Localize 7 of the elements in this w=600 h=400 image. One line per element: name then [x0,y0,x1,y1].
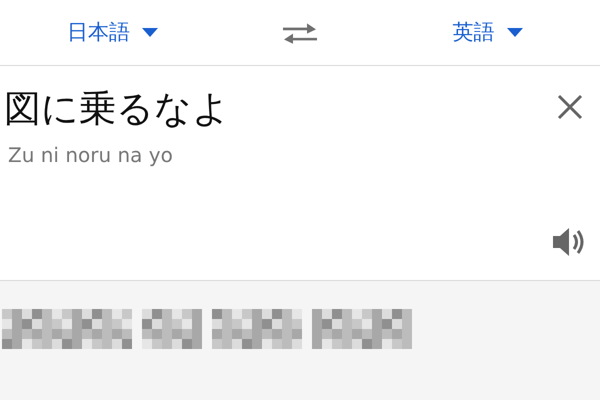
caret-icon [506,28,522,37]
target-language-button[interactable]: 英語 [452,16,522,48]
source-language-button[interactable]: 日本語 [67,16,158,48]
romanization-text: Zu ni noru na yo [7,142,173,169]
close-icon[interactable] [557,94,583,120]
caret-icon [142,28,158,37]
input-text: 図に乗るなよ [4,86,230,132]
